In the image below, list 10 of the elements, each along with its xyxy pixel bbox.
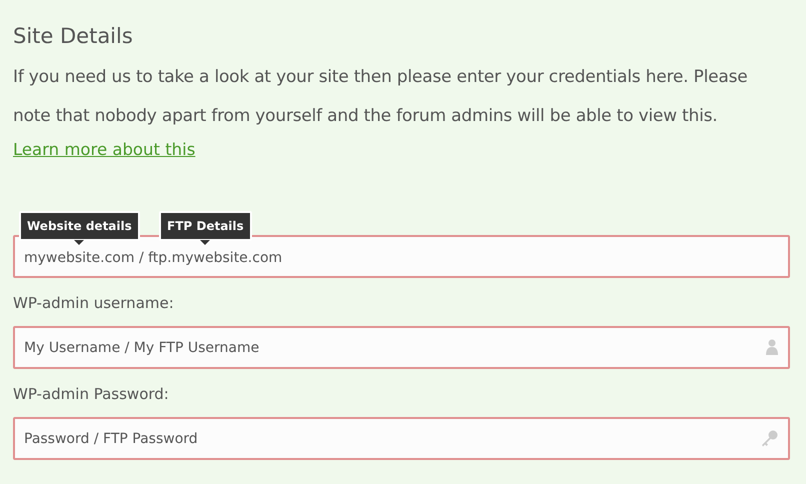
field-label: WP-admin Password: (13, 385, 170, 403)
intro-paragraph: If you need us to take a look at your site then please enter your credentials here. Please note that nobody apart from yourself and the forum admins will be able to view this. (13, 66, 749, 128)
field-label: WP-admin username: (13, 294, 175, 312)
section-title: Site Details (13, 23, 134, 50)
input-field[interactable]: My Username / My FTP Username (13, 326, 790, 369)
learn-more-link[interactable]: Learn more about this (13, 140, 196, 159)
key-icon (761, 430, 778, 447)
input-field[interactable]: Password / FTP Password (13, 417, 790, 460)
person-icon (766, 339, 778, 355)
input-field[interactable]: mywebsite.com / ftp.mywebsite.com (13, 235, 790, 278)
